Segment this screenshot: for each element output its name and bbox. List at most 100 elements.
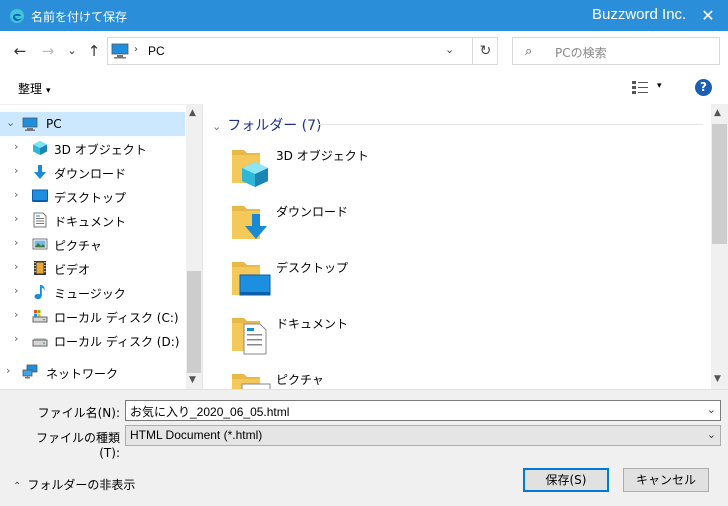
window-title: 名前を付けて保存 [31,10,128,24]
brand-label: Buzzword Inc. [592,6,687,23]
folder-name: ピクチャ [276,373,324,387]
navigation-pane: ⌄ PC › 3D オブジェクト › ダウンロード › デスクトップ › ドキュ… [0,104,202,390]
chevron-right-icon[interactable]: › [14,188,18,201]
folder-name: 3D オブジェクト [276,149,369,163]
close-icon[interactable]: ✕ [698,6,718,26]
sidebar-item-label: PC [46,117,62,131]
folder-item-desktop[interactable]: デスクトップ [230,256,530,306]
scroll-up-icon[interactable]: ▲ [189,108,196,118]
sidebar-item-local-disk-c[interactable]: › ローカル ディスク (C:) [0,304,185,328]
sidebar-item-label: ビデオ [54,263,91,277]
back-arrow-icon[interactable]: ← [10,41,30,61]
edge-browser-icon [10,9,24,23]
content-scrollbar[interactable]: ▲ ▼ [711,104,728,389]
chevron-right-icon[interactable]: › [14,212,18,225]
sidebar-item-music[interactable]: › ミュージック [0,280,185,304]
picture-icon [32,238,48,250]
sidebar-item-label: デスクトップ [54,191,127,205]
folder-item-documents[interactable]: ドキュメント [230,312,530,362]
sidebar-item-label: ネットワーク [46,367,119,381]
organize-button[interactable]: 整理 ▾ [18,80,51,97]
search-input[interactable]: ⌕ PCの検索 [512,37,720,65]
filename-dropdown-icon[interactable]: ⌄ [707,403,716,416]
chevron-right-icon[interactable]: › [14,164,18,177]
address-bar[interactable]: › PC ⌄ ↻ [107,37,498,65]
sidebar-item-videos[interactable]: › ビデオ [0,256,185,280]
folder-name: ドキュメント [276,317,349,331]
chevron-right-icon[interactable]: › [14,260,18,273]
download-icon [34,165,46,179]
sidebar-item-label: ダウンロード [54,167,127,181]
filetype-select[interactable]: HTML Document (*.html) ⌄ [125,425,721,446]
chevron-right-icon[interactable]: › [14,308,18,321]
sidebar-item-3d-objects[interactable]: › 3D オブジェクト [0,136,185,160]
scrollbar-thumb[interactable] [187,271,201,373]
filename-value: お気に入り_2020_06_05.html [130,405,290,419]
search-placeholder: PCの検索 [555,46,607,60]
sidebar-item-label: ミュージック [54,287,126,301]
folder-name: ダウンロード [276,205,349,219]
sidebar-item-pictures[interactable]: › ピクチャ [0,232,185,256]
help-icon[interactable]: ? [695,79,712,96]
save-button[interactable]: 保存(S) [523,468,609,492]
sidebar-item-local-disk-d[interactable]: › ローカル ディスク (D:) [0,328,185,352]
address-dropdown-icon[interactable]: ⌄ [445,43,454,56]
sidebar-item-label: ローカル ディスク (C:) [54,311,179,325]
sidebar-item-label: 3D オブジェクト [54,143,147,157]
filetype-dropdown-icon[interactable]: ⌄ [707,428,716,441]
breadcrumb-path[interactable]: PC [148,44,165,58]
chevron-right-icon[interactable]: › [14,284,18,297]
sidebar-item-documents[interactable]: › ドキュメント [0,208,185,232]
cancel-button[interactable]: キャンセル [623,468,709,492]
chevron-right-icon[interactable]: › [14,140,18,153]
view-options-icon[interactable] [632,80,648,94]
title-bar: 名前を付けて保存 Buzzword Inc. ✕ [0,0,728,31]
chevron-right-icon[interactable]: › [14,332,18,345]
folder-item-3d-objects[interactable]: 3D オブジェクト [230,144,530,194]
sidebar-item-pc[interactable]: ⌄ PC [0,112,185,136]
divider [318,124,703,125]
picture-folder-icon [232,374,271,389]
sidebar-scrollbar[interactable]: ▲ ▼ [186,105,202,390]
scroll-down-icon[interactable]: ▼ [714,374,721,384]
hide-folders-label: フォルダーの非表示 [27,478,136,492]
document-icon [33,212,47,228]
chevron-down-icon: ▾ [46,86,51,96]
chevron-right-icon[interactable]: › [6,364,10,377]
folder-item-downloads[interactable]: ダウンロード [230,200,530,250]
network-icon [22,364,38,379]
filename-input[interactable]: お気に入り_2020_06_05.html ⌄ [125,400,721,421]
scrollbar-thumb[interactable] [712,124,727,244]
sidebar-item-desktop[interactable]: › デスクトップ [0,184,185,208]
folder-item-pictures[interactable]: ピクチャ [230,368,530,389]
video-icon [34,261,46,275]
up-arrow-icon[interactable]: ↑ [84,41,104,61]
folder-group-header[interactable]: ⌄ フォルダー (7) [212,115,322,135]
forward-arrow-icon[interactable]: → [38,41,58,61]
filetype-label: ファイルの種類(T): [35,431,120,460]
group-header-label: フォルダー (7) [227,118,322,134]
download-folder-icon [232,206,267,239]
scroll-down-icon[interactable]: ▼ [189,375,196,385]
organize-label: 整理 [18,82,43,96]
chevron-down-icon[interactable]: ⌄ [6,116,15,129]
hide-folders-button[interactable]: ⌃ フォルダーの非表示 [13,476,135,493]
3d-objects-icon [33,141,47,155]
pc-icon [111,43,129,59]
navigation-tree: ⌄ PC › 3D オブジェクト › ダウンロード › デスクトップ › ドキュ… [0,112,185,384]
drive-c-icon [32,310,48,323]
sidebar-item-label: ドキュメント [54,215,127,229]
view-dropdown-icon[interactable]: ▾ [657,81,662,91]
chevron-right-icon[interactable]: › [14,236,18,249]
save-form: ファイル名(N): お気に入り_2020_06_05.html ⌄ ファイルの種… [0,389,728,506]
sidebar-item-label: ピクチャ [54,239,102,253]
command-bar: 整理 ▾ ▾ ? [0,71,728,104]
drive-d-icon [32,338,48,347]
scroll-up-icon[interactable]: ▲ [714,108,721,118]
recent-locations-icon[interactable]: ⌄ [62,41,82,61]
chevron-down-icon: ⌄ [212,120,222,133]
sidebar-item-network[interactable]: › ネットワーク [0,360,185,384]
pc-icon [22,117,38,131]
sidebar-item-downloads[interactable]: › ダウンロード [0,160,185,184]
refresh-icon[interactable]: ↻ [472,38,498,64]
